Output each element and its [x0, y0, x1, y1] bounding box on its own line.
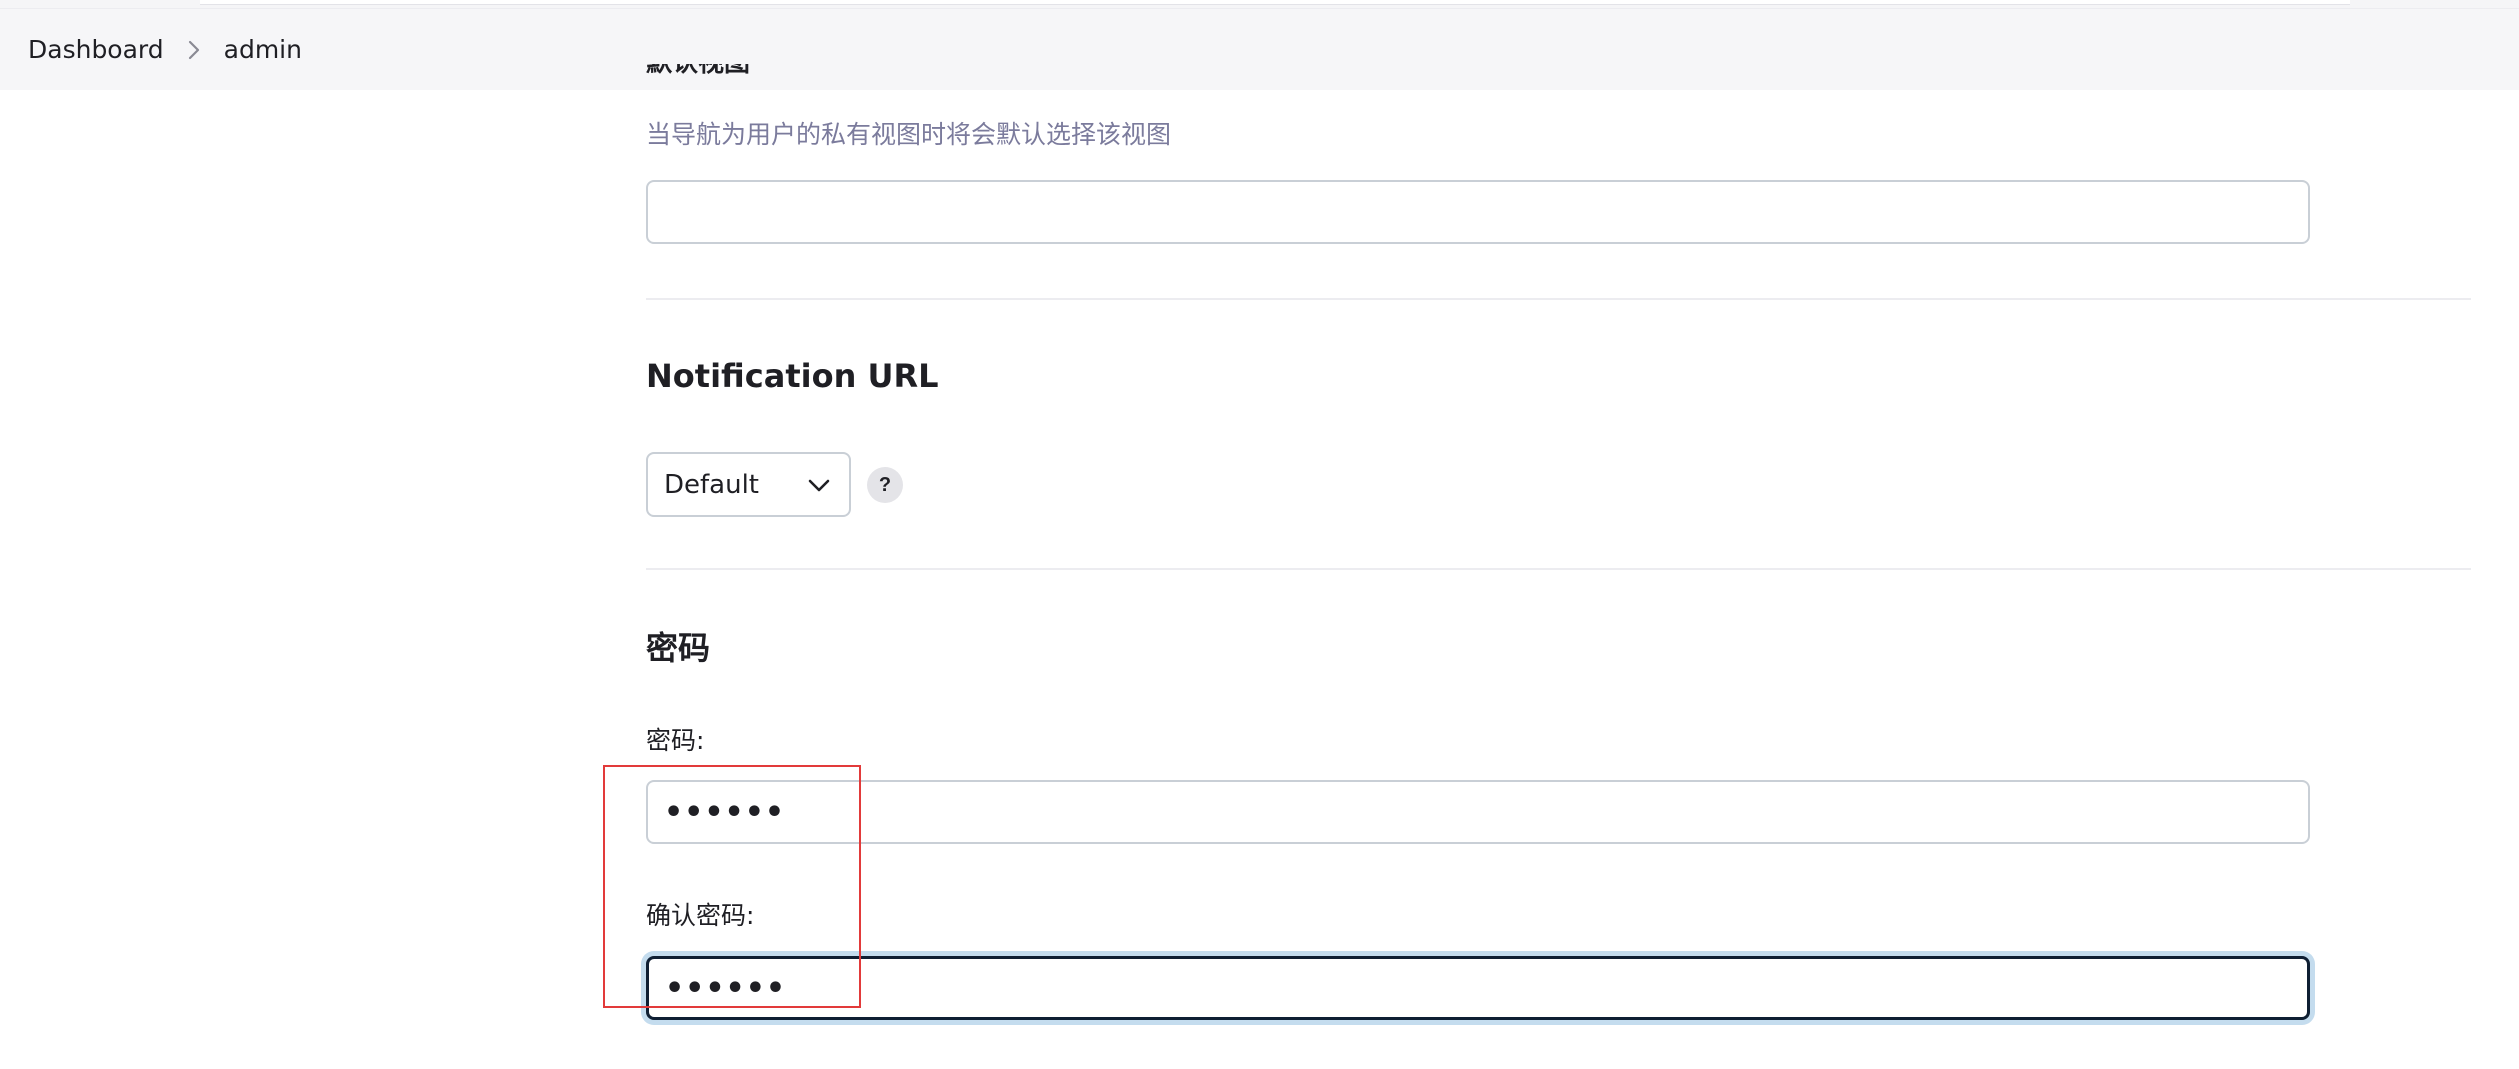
header-edge — [200, 0, 2350, 5]
chevron-right-icon — [164, 35, 224, 65]
default-view-input[interactable] — [646, 180, 2310, 244]
password-input[interactable] — [646, 780, 2310, 844]
breadcrumb-dashboard-link[interactable]: Dashboard — [28, 37, 164, 62]
password-label: 密码: — [646, 726, 705, 755]
breadcrumb: Dashboard admin — [0, 8, 2519, 90]
section-divider — [646, 298, 2471, 300]
password-section-title: 密码 — [646, 629, 711, 667]
notification-url-select[interactable]: Default — [646, 452, 851, 517]
chevron-down-icon — [807, 474, 831, 505]
default-view-heading: 默认视图 — [646, 64, 750, 90]
section-divider — [646, 568, 2471, 570]
confirm-password-label: 确认密码: — [646, 901, 755, 930]
help-icon-button[interactable]: ? — [867, 467, 903, 503]
default-view-help-text: 当导航为用户的私有视图时将会默认选择该视图 — [646, 120, 1172, 149]
notification-url-title: Notification URL — [646, 357, 939, 395]
confirm-password-input[interactable] — [646, 956, 2310, 1020]
breadcrumb-admin-link[interactable]: admin — [224, 37, 302, 62]
notification-url-select-value: Default — [664, 469, 759, 500]
top-strip — [0, 0, 2519, 8]
